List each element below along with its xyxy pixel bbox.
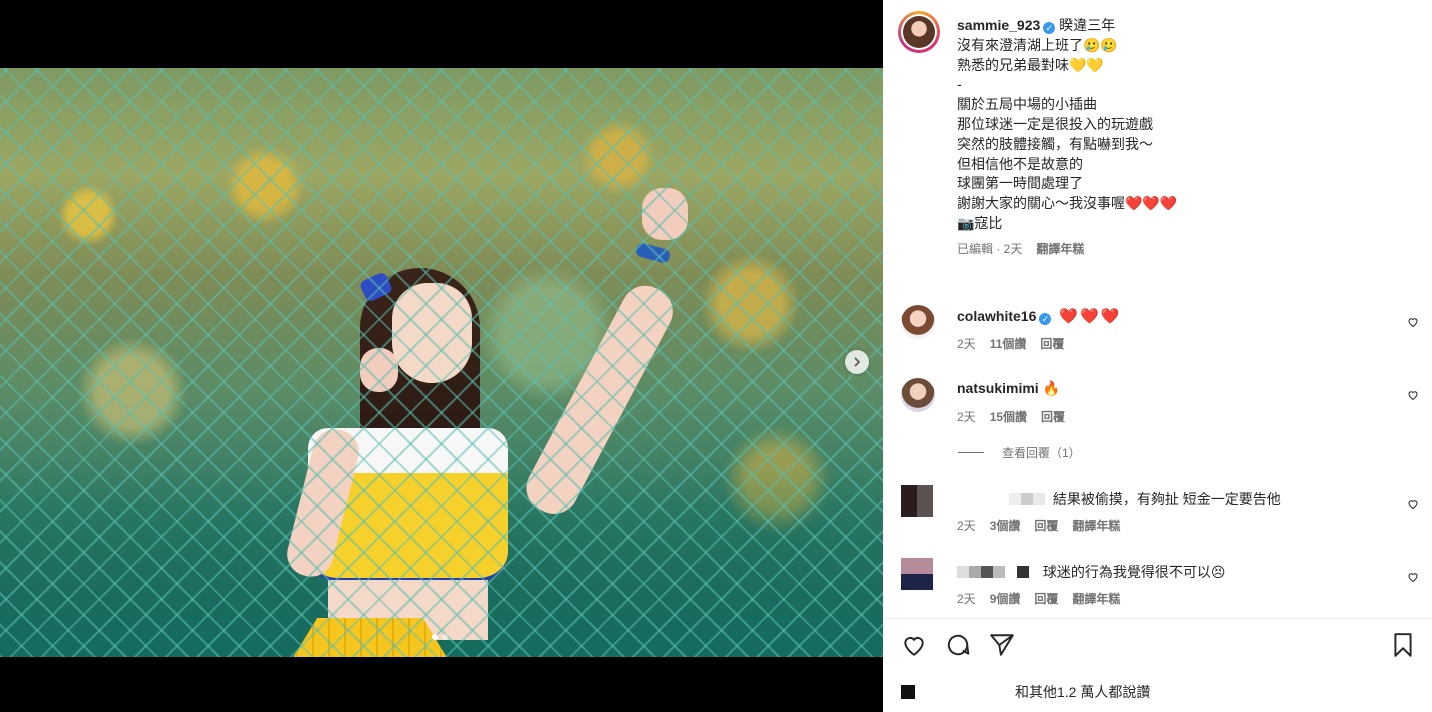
heart-icon: [1408, 573, 1418, 583]
comment-avatar-pixelated[interactable]: [901, 485, 933, 517]
comment-text: 🔥: [1042, 380, 1061, 396]
caption-line: 沒有來澄清湖上班了🥲🥲: [957, 36, 1118, 53]
comment-body: colawhite16 ✓ ❤️❤️❤️: [957, 307, 1121, 325]
reply-button[interactable]: 回覆: [1041, 410, 1065, 424]
caption-line: 📷寇比: [957, 214, 1003, 231]
comment-likes[interactable]: 11個讚: [990, 337, 1027, 351]
comment-avatar-pixelated[interactable]: [901, 558, 933, 590]
comment-like-button[interactable]: [1407, 570, 1419, 583]
comment-like-button[interactable]: [1407, 497, 1419, 510]
comment-avatar[interactable]: [901, 305, 935, 339]
caption-line: 但相信他不是故意的: [957, 155, 1083, 172]
comment-item: 結果被偷摸，有夠扯 短金一定要告他 2天 3個讚 回覆 翻譯年糕: [883, 485, 1432, 555]
share-button[interactable]: [989, 632, 1017, 660]
comment-icon: [947, 634, 970, 656]
comment-meta: 2天 11個讚 回覆: [957, 335, 1078, 352]
caption-line: 熟悉的兄弟最對味💛💛: [957, 56, 1104, 73]
caption-meta: 已編輯 · 2天 翻譯年糕: [957, 240, 1397, 260]
comment-time: 2天: [957, 519, 976, 533]
actions-divider: [883, 618, 1432, 619]
translate-link[interactable]: 翻譯年糕: [1072, 592, 1120, 606]
bookmark-icon: [1394, 633, 1412, 657]
next-image-button[interactable]: [845, 350, 869, 374]
comment-item: colawhite16 ✓ ❤️❤️❤️ 2天 11個讚 回覆: [883, 303, 1432, 373]
likes-summary[interactable]: 和其他1.2 萬人都說讚: [901, 682, 1421, 702]
translate-link[interactable]: 翻譯年糕: [1036, 242, 1084, 256]
comment-like-button[interactable]: [1407, 388, 1419, 401]
comment-text: ❤️❤️❤️: [1059, 308, 1122, 325]
post-caption: sammie_923 ✓ 睽違三年 沒有來澄清湖上班了🥲🥲 熟悉的兄弟最對味💛💛 -…: [957, 16, 1397, 260]
comment-body: 球迷的行為我覺得很不可以😣: [957, 562, 1226, 582]
comment-likes[interactable]: 9個讚: [990, 592, 1021, 606]
heart-icon: [1408, 318, 1418, 328]
carousel-dots: [432, 634, 448, 640]
view-replies-label: 查看回覆（1）: [1002, 446, 1081, 460]
heart-icon: [1408, 500, 1418, 510]
like-button[interactable]: [901, 632, 929, 660]
comment-meta: 2天 9個讚 回覆 翻譯年糕: [957, 590, 1134, 607]
comment-meta: 2天 3個讚 回覆 翻譯年糕: [957, 517, 1134, 534]
comment-username[interactable]: colawhite16: [957, 308, 1036, 324]
comment-likes[interactable]: 3個讚: [990, 519, 1021, 533]
save-button[interactable]: [1390, 632, 1418, 660]
comment-time: 2天: [957, 592, 976, 606]
liker-avatar-pixelated: [901, 685, 915, 699]
caption-line: 突然的肢體接觸，有點嚇到我～: [957, 135, 1153, 152]
verified-icon: ✓: [1043, 22, 1056, 34]
comment-body: 結果被偷摸，有夠扯 短金一定要告他: [957, 489, 1281, 509]
verified-icon: ✓: [1039, 313, 1052, 325]
author-username[interactable]: sammie_923: [957, 17, 1040, 33]
comment-body: natsukimimi 🔥: [957, 380, 1060, 397]
caption-line: 球團第一時間處理了: [957, 175, 1083, 192]
comment-item: natsukimimi 🔥 2天 15個讚 回覆: [883, 376, 1432, 446]
likes-text: 和其他1.2 萬人都說讚: [1015, 684, 1151, 700]
share-icon: [990, 634, 1014, 656]
comment-button[interactable]: [945, 632, 973, 660]
heart-icon: [904, 637, 924, 656]
view-replies-button[interactable]: 查看回覆（1）: [958, 444, 1081, 461]
reply-button[interactable]: 回覆: [1040, 337, 1064, 351]
edited-time: 已編輯 · 2天: [957, 241, 1023, 256]
post-actions: [883, 632, 1432, 664]
photo-net: [0, 68, 883, 657]
post-media: [0, 0, 883, 712]
view-replies-line: [958, 452, 984, 453]
carousel-dot-active: [432, 634, 438, 640]
translate-link[interactable]: 翻譯年糕: [1072, 519, 1120, 533]
heart-icon: [1408, 391, 1418, 401]
caption-line: 那位球迷一定是很投入的玩遊戲: [957, 115, 1153, 132]
comment-text: 結果被偷摸，有夠扯 短金一定要告他: [1052, 491, 1281, 507]
comment-time: 2天: [957, 410, 976, 424]
reply-button[interactable]: 回覆: [1034, 519, 1058, 533]
comment-time: 2天: [957, 337, 976, 351]
comment-like-button[interactable]: [1407, 315, 1419, 328]
caption-line: 關於五局中場的小插曲: [957, 96, 1097, 113]
comment-meta: 2天 15個讚 回覆: [957, 408, 1079, 425]
author-avatar[interactable]: [898, 11, 940, 53]
reply-button[interactable]: 回覆: [1034, 592, 1058, 606]
comment-likes[interactable]: 15個讚: [990, 410, 1027, 424]
comment-text: 球迷的行為我覺得很不可以😣: [1042, 564, 1226, 580]
caption-line: 謝謝大家的關心～我沒事喔❤️❤️❤️: [957, 195, 1178, 212]
chevron-right-icon: [854, 357, 861, 367]
comment-username[interactable]: natsukimimi: [957, 380, 1039, 396]
post-photo[interactable]: [0, 68, 883, 657]
post-sidebar: sammie_923 ✓ 睽違三年 沒有來澄清湖上班了🥲🥲 熟悉的兄弟最對味💛💛 -…: [883, 0, 1432, 712]
caption-first-line: 睽違三年: [1059, 17, 1116, 33]
carousel-dot: [442, 634, 448, 640]
comment-avatar[interactable]: [901, 378, 935, 412]
caption-line: -: [957, 76, 962, 93]
